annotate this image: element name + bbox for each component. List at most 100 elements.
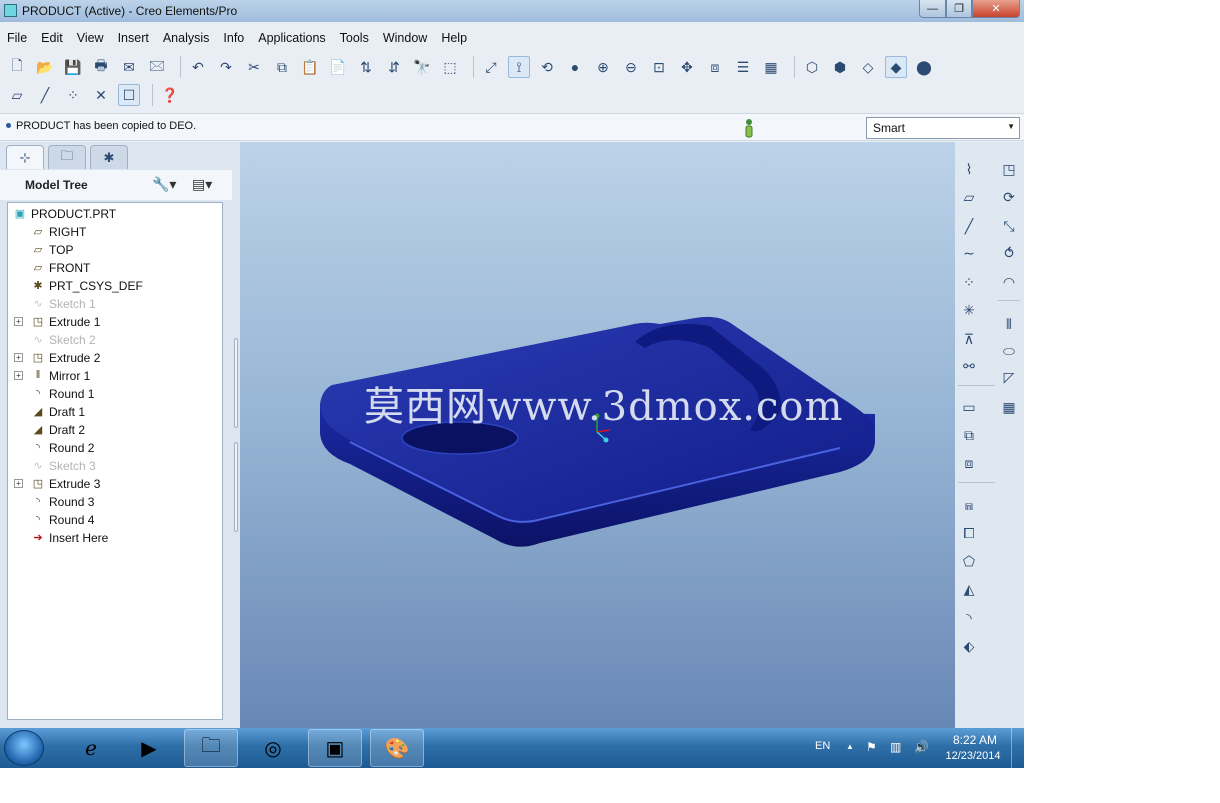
- menu-window[interactable]: Window: [376, 27, 434, 49]
- context-help-icon[interactable]: ❓: [159, 84, 181, 106]
- tree-item[interactable]: ∿ Sketch 2: [30, 331, 95, 349]
- tree-item[interactable]: ◢ Draft 1: [30, 403, 85, 421]
- graphics-window[interactable]: 莫西网www.3dmox.com: [240, 142, 955, 728]
- splitter-grip[interactable]: [234, 338, 238, 428]
- expand-icon[interactable]: +: [14, 371, 23, 380]
- shape-tool-icon[interactable]: ▭: [958, 396, 980, 418]
- plane-tool-icon[interactable]: ▱: [958, 186, 980, 208]
- layers-icon[interactable]: ☰: [732, 56, 754, 78]
- tree-item[interactable]: ∿ Sketch 3: [30, 457, 95, 475]
- tab-folder-browser[interactable]: 🗀: [48, 145, 86, 169]
- sweep-tool-icon[interactable]: ⤡: [998, 215, 1020, 237]
- close-button[interactable]: ✕: [972, 0, 1020, 18]
- hidden-line-icon[interactable]: ⬢: [829, 56, 851, 78]
- reorient-icon[interactable]: ✥: [676, 56, 698, 78]
- creo-icon[interactable]: ▣: [308, 729, 362, 767]
- point-display-icon[interactable]: ⁘: [62, 84, 84, 106]
- maximize-button[interactable]: ❐: [946, 0, 972, 18]
- refit-icon[interactable]: ⊡: [648, 56, 670, 78]
- select-box-icon[interactable]: ⬚: [439, 56, 461, 78]
- clock-date[interactable]: 12/23/2014: [940, 750, 1006, 762]
- media-player-icon[interactable]: ▶: [122, 729, 176, 767]
- regenerate-icon[interactable]: ⇅: [355, 56, 377, 78]
- orient-mode-icon[interactable]: ⟲: [536, 56, 558, 78]
- spin-center-icon[interactable]: ⟟: [508, 56, 530, 78]
- revolve-tool-icon[interactable]: ⟳: [998, 186, 1020, 208]
- draft-tool-icon[interactable]: ⬠: [958, 550, 980, 572]
- datum-plane-tool-icon[interactable]: ⌇: [958, 158, 980, 180]
- print-icon[interactable]: 🖶: [90, 56, 112, 78]
- zoom-out-icon[interactable]: ⊖: [620, 56, 642, 78]
- tree-item[interactable]: ∿ Sketch 1: [30, 295, 95, 313]
- analysis-tool-icon[interactable]: ⊼: [958, 328, 980, 350]
- axis-tool-icon[interactable]: ╱: [958, 215, 980, 237]
- open-icon[interactable]: 📂: [34, 56, 56, 78]
- curve-tool-icon[interactable]: ∼: [958, 242, 980, 264]
- splitter-grip[interactable]: [234, 442, 238, 532]
- cut-icon[interactable]: ✂: [243, 56, 265, 78]
- send-mail-icon[interactable]: ✉: [118, 56, 140, 78]
- volume-icon[interactable]: 🔊: [914, 740, 929, 754]
- tree-item[interactable]: + ‖ Mirror 1: [14, 367, 90, 385]
- zoom-in-icon[interactable]: ⊕: [592, 56, 614, 78]
- point-tool-icon[interactable]: ⁘: [958, 271, 980, 293]
- rib-tool-icon[interactable]: ⧈: [958, 452, 980, 474]
- regen-manager-icon[interactable]: ⇵: [383, 56, 405, 78]
- expand-icon[interactable]: +: [14, 479, 23, 488]
- traffic-light-icon[interactable]: [742, 118, 756, 138]
- no-hidden-icon[interactable]: ◇: [857, 56, 879, 78]
- shading-icon[interactable]: ◆: [885, 56, 907, 78]
- menu-edit[interactable]: Edit: [34, 27, 70, 49]
- trim-tool-icon[interactable]: ◸: [998, 366, 1020, 388]
- find-icon[interactable]: 🔭: [411, 56, 433, 78]
- tree-item[interactable]: ▣ PRODUCT.PRT: [12, 205, 116, 223]
- appearance-icon[interactable]: ●: [564, 56, 586, 78]
- new-icon[interactable]: 🗋: [6, 56, 28, 78]
- menu-analysis[interactable]: Analysis: [156, 27, 217, 49]
- menu-view[interactable]: View: [70, 27, 111, 49]
- copy-icon[interactable]: ⧉: [271, 56, 293, 78]
- expand-icon[interactable]: +: [14, 317, 23, 326]
- saved-views-icon[interactable]: ⧈: [704, 56, 726, 78]
- boundary-blend-icon[interactable]: ◠: [998, 271, 1020, 293]
- menu-file[interactable]: File: [0, 27, 34, 49]
- internet-explorer-icon[interactable]: ℯ: [64, 729, 118, 767]
- show-hidden-icons-icon[interactable]: ▲: [846, 742, 854, 751]
- language-indicator[interactable]: EN: [815, 740, 830, 752]
- rib-tool-icon-2[interactable]: ⧠: [958, 522, 980, 544]
- round-tool-icon[interactable]: ◝: [958, 607, 980, 629]
- expand-icon[interactable]: +: [14, 353, 23, 362]
- menu-info[interactable]: Info: [216, 27, 251, 49]
- extrude-tool-icon[interactable]: ◳: [998, 158, 1020, 180]
- hole-tool-icon[interactable]: ⧉: [958, 424, 980, 446]
- clock-time[interactable]: 8:22 AM: [944, 733, 1006, 747]
- paste-special-icon[interactable]: 📄: [327, 56, 349, 78]
- csys-tool-icon[interactable]: ✳: [958, 299, 980, 321]
- view-manager-icon[interactable]: ▦: [760, 56, 782, 78]
- shell-tool-icon[interactable]: ⩎: [958, 494, 980, 516]
- model-3d-view[interactable]: [240, 142, 955, 728]
- tree-settings-icon[interactable]: 🔧▾: [152, 176, 176, 193]
- plane-display-icon[interactable]: ▱: [6, 84, 28, 106]
- draft-hinge-icon[interactable]: ◭: [958, 578, 980, 600]
- tree-item[interactable]: ✱ PRT_CSYS_DEF: [30, 277, 142, 295]
- tree-item[interactable]: ◢ Draft 2: [30, 421, 85, 439]
- menu-tools[interactable]: Tools: [333, 27, 376, 49]
- save-icon[interactable]: 💾: [62, 56, 84, 78]
- paint-icon[interactable]: 🎨: [370, 729, 424, 767]
- mirror-tool-icon[interactable]: ⫴: [998, 313, 1020, 335]
- menu-applications[interactable]: Applications: [251, 27, 332, 49]
- wireframe-icon[interactable]: ⬡: [801, 56, 823, 78]
- send-link-icon[interactable]: 🖂: [146, 56, 168, 78]
- selection-filter-dropdown[interactable]: Smart ▼: [866, 117, 1020, 139]
- tree-item[interactable]: ◝ Round 1: [30, 385, 95, 403]
- action-center-icon[interactable]: ⚑: [866, 740, 877, 754]
- axis-display-icon[interactable]: ╱: [34, 84, 56, 106]
- tree-item[interactable]: ◝ Round 2: [30, 439, 95, 457]
- undo-icon[interactable]: ↶: [187, 56, 209, 78]
- sketch-tool-icon[interactable]: ⚯: [958, 355, 980, 377]
- annotation-display-icon[interactable]: ☐: [118, 84, 140, 106]
- tree-item[interactable]: + ◳ Extrude 1: [14, 313, 100, 331]
- menu-insert[interactable]: Insert: [111, 27, 156, 49]
- pattern-tool-icon[interactable]: ▦: [998, 396, 1020, 418]
